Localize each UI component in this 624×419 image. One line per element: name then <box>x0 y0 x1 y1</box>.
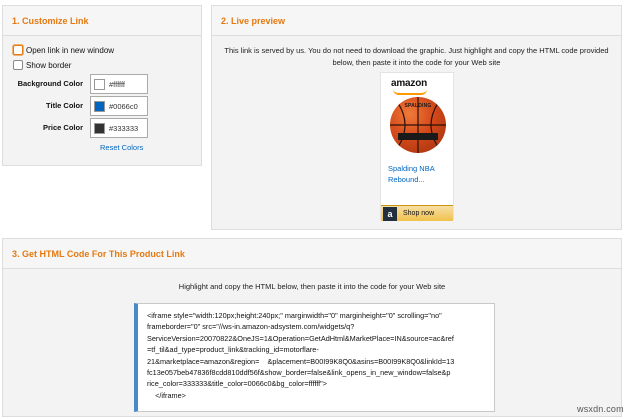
background-color-label: Background Color <box>17 79 83 88</box>
shop-now-label: Shop now <box>403 210 435 217</box>
price-color-value: #333333 <box>109 123 139 133</box>
amazon-a-icon: a <box>383 206 397 221</box>
title-color-row: Title Color #0066c0 <box>3 96 201 116</box>
title-color-value: #0066c0 <box>109 101 138 111</box>
ball-brand-text: SPALDING <box>404 103 432 109</box>
live-preview-title: 2. Live preview <box>212 6 621 36</box>
product-link-widget[interactable]: amazon SPALDING Spalding NBA Rebound... … <box>380 72 454 221</box>
html-code-textarea[interactable]: <iframe style="width:120px;height:240px;… <box>134 303 495 412</box>
open-new-window-label: Open link in new window <box>26 45 115 55</box>
price-color-picker[interactable]: #333333 <box>90 118 148 138</box>
background-color-swatch <box>94 78 105 90</box>
amazon-logo: amazon <box>391 78 428 89</box>
customize-link-panel: 1. Customize Link Open link in new windo… <box>2 5 202 166</box>
background-color-row: Background Color #ffffff <box>3 74 201 94</box>
price-color-swatch <box>94 122 105 134</box>
background-color-picker[interactable]: #ffffff <box>90 74 148 94</box>
title-color-picker[interactable]: #0066c0 <box>90 96 148 116</box>
product-title-link[interactable]: Spalding NBA Rebound... <box>388 163 452 185</box>
live-preview-panel: 2. Live preview This link is served by u… <box>211 5 622 230</box>
served-by-us-text: This link is served by us. You do not ne… <box>224 46 609 67</box>
price-color-label: Price Color <box>42 123 83 132</box>
copy-instruction-text: Highlight and copy the HTML below, then … <box>178 282 446 291</box>
title-color-label: Title Color <box>46 101 83 110</box>
ball-tag-graphic <box>398 133 438 140</box>
watermark: wsxdn.com <box>577 404 624 414</box>
shop-now-button[interactable]: a Shop now <box>381 205 453 221</box>
background-color-value: #ffffff <box>109 79 125 89</box>
reset-colors-link[interactable]: Reset Colors <box>100 143 143 152</box>
open-new-window-option[interactable]: Open link in new window <box>13 45 114 55</box>
amazon-smile-icon <box>393 89 427 95</box>
customize-link-title: 1. Customize Link <box>3 6 201 36</box>
price-color-row: Price Color #333333 <box>3 118 201 138</box>
show-border-option[interactable]: Show border <box>13 60 71 70</box>
basketball-product-image[interactable]: SPALDING <box>390 97 446 153</box>
open-new-window-checkbox[interactable] <box>13 45 23 55</box>
get-html-code-title: 3. Get HTML Code For This Product Link <box>3 239 621 269</box>
show-border-label: Show border <box>26 60 72 70</box>
title-color-swatch <box>94 100 105 112</box>
get-html-code-panel: 3. Get HTML Code For This Product Link H… <box>2 238 622 417</box>
show-border-checkbox[interactable] <box>13 60 23 70</box>
